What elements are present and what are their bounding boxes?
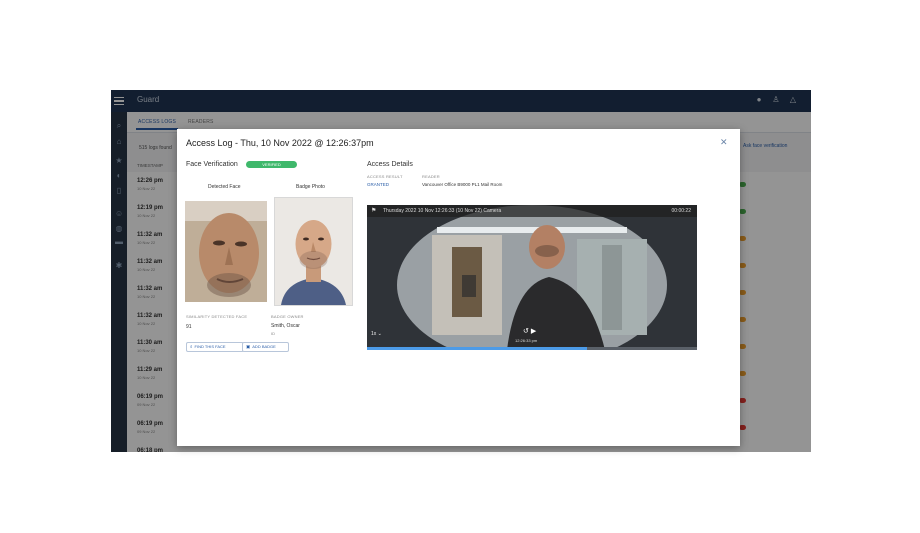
replay-icon[interactable]: ↺ (523, 328, 529, 335)
modal-title: Access Log - Thu, 10 Nov 2022 @ 12:26:37… (186, 138, 374, 148)
playback-speed-value: 1x (371, 331, 377, 337)
badge-owner-name[interactable]: Smith, Oscar (271, 323, 300, 329)
find-face-button[interactable]: ⌕ FIND THIS FACE (186, 342, 244, 352)
reader-label: READER (422, 174, 440, 179)
badge-owner-sub: ID (271, 331, 275, 336)
close-icon[interactable]: ✕ (720, 137, 728, 148)
reader-value[interactable]: Vancouver Office B9000 PL1 Mail Room (422, 182, 502, 187)
similarity-label: SIMILARITY DETECTED FACE (186, 314, 248, 319)
detected-face-label: Detected Face (208, 184, 241, 190)
add-badge-button[interactable]: ▣ ADD BADGE (242, 342, 289, 352)
playback-speed-select[interactable]: 1x ⌄ (371, 331, 382, 337)
badge-photo-label: Badge Photo (296, 184, 325, 190)
video-header: ⚑ Thursday 2022 10 Nov 12:26:33 (10 Nov … (367, 205, 697, 217)
badge-icon: ▣ (246, 344, 251, 349)
access-result-label: ACCESS RESULT (367, 174, 403, 179)
video-progress-bar[interactable] (367, 347, 697, 350)
video-right-text: 00:00:22 (671, 208, 691, 214)
detected-face-image (185, 201, 267, 302)
flag-icon[interactable]: ⚑ (371, 207, 376, 214)
add-badge-button-label: ADD BADGE (252, 344, 276, 349)
badge-owner-label: BADGE OWNER (271, 314, 304, 319)
play-controls: ↺ ▶ (523, 327, 536, 335)
video-player[interactable]: ⚑ Thursday 2022 10 Nov 12:26:33 (10 Nov … (367, 205, 697, 350)
video-progress-fill (367, 347, 587, 350)
face-verification-heading: Face Verification (186, 161, 238, 168)
access-details-heading: Access Details (367, 161, 413, 168)
access-log-modal: Access Log - Thu, 10 Nov 2022 @ 12:26:37… (177, 129, 740, 446)
badge-photo-image (274, 197, 353, 306)
access-result-value: GRANTED (367, 182, 390, 187)
play-icon[interactable]: ▶ (531, 328, 536, 335)
find-face-button-label: FIND THIS FACE (194, 344, 226, 349)
verified-badge: VERIFIED (246, 161, 297, 168)
similarity-value: 91 (186, 324, 192, 330)
search-icon: ⌕ (190, 344, 193, 349)
video-time: 12:26:33 pm (515, 338, 538, 343)
video-title: Thursday 2022 10 Nov 12:26:33 (10 Nov 22… (383, 208, 502, 214)
